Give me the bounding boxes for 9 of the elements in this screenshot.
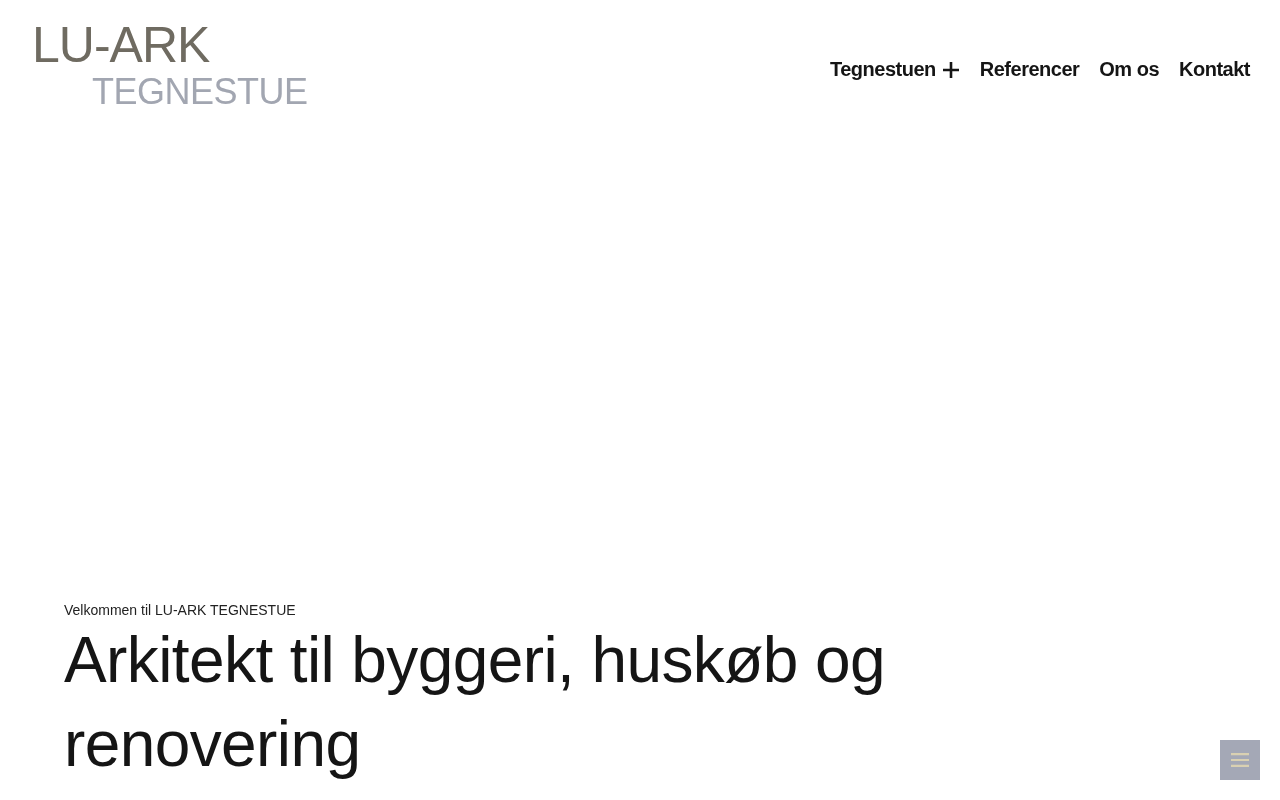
nav-link[interactable]: Om os <box>1099 58 1160 81</box>
menu-icon <box>1231 753 1249 767</box>
eyebrow-text: Velkommen til LU-ARK TEGNESTUE <box>64 602 297 618</box>
logo[interactable]: LU-ARK TEGNESTUE <box>32 16 308 110</box>
nav-link[interactable]: Referencer <box>979 58 1080 81</box>
nav-link[interactable]: Kontakt <box>1179 58 1250 81</box>
nav-link[interactable]: Tegnestuen <box>830 58 960 81</box>
hero-heading: Arkitekt til byggeri, huskøb og renovering <box>64 623 886 782</box>
plus-icon[interactable] <box>941 60 960 79</box>
